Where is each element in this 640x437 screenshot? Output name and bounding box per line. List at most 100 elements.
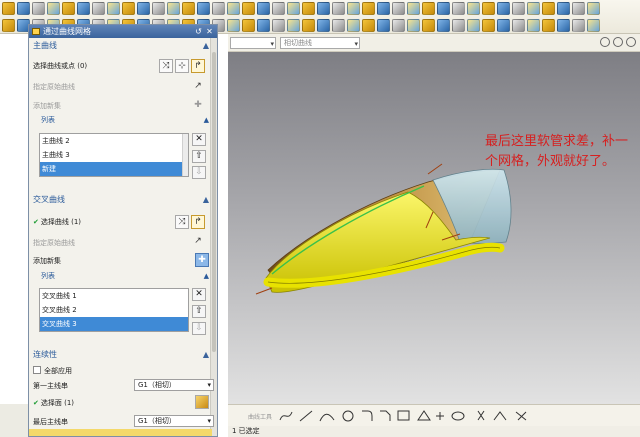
move-up-icon[interactable]: ⇧ xyxy=(192,305,206,318)
chevron-up-icon[interactable]: ▲ xyxy=(203,39,209,53)
list-item[interactable]: 主曲线 3 xyxy=(40,148,188,162)
cross-curve-list[interactable]: 交叉曲线 1 交叉曲线 2 交叉曲线 3 xyxy=(39,288,189,332)
tool-icon[interactable] xyxy=(272,19,285,32)
last-primary-select[interactable]: G1（相切） ▾ xyxy=(134,415,214,427)
dialog-title-bar[interactable]: 通过曲线网格 ↺ ✕ xyxy=(29,25,217,38)
tool-icon[interactable] xyxy=(272,2,285,15)
tool-icon[interactable] xyxy=(197,2,210,15)
curve-select-icon[interactable]: ↱ xyxy=(191,59,205,73)
tool-icon[interactable] xyxy=(512,19,525,32)
line-icon[interactable] xyxy=(299,410,313,422)
remove-icon[interactable]: ✕ xyxy=(192,288,206,301)
tool-icon[interactable] xyxy=(182,2,195,15)
tool-icon[interactable] xyxy=(317,2,330,15)
tool-icon[interactable] xyxy=(407,19,420,32)
tool-icon[interactable] xyxy=(302,19,315,32)
cross-curves-header[interactable]: 交叉曲线 ▲ xyxy=(29,193,212,207)
dialog-scrollbar[interactable] xyxy=(210,38,217,436)
next-row-highlight[interactable] xyxy=(29,429,212,436)
tool-icon[interactable] xyxy=(497,19,510,32)
tool-icon[interactable] xyxy=(392,2,405,15)
list-item[interactable]: 交叉曲线 1 xyxy=(40,289,188,303)
tool-icon[interactable] xyxy=(152,2,165,15)
origin-curve-icon[interactable]: ↗ xyxy=(191,80,205,94)
tool-icon[interactable] xyxy=(107,2,120,15)
tool-icon[interactable] xyxy=(47,2,60,15)
move-down-icon[interactable]: ⇩ xyxy=(192,166,206,179)
snap-point-icon[interactable] xyxy=(600,37,610,47)
chevron-up-icon[interactable]: ▲ xyxy=(204,115,209,126)
move-up-icon[interactable]: ⇧ xyxy=(192,150,206,163)
add-set-icon[interactable]: ✚ xyxy=(195,253,209,267)
tool-icon[interactable] xyxy=(257,19,270,32)
tool-icon[interactable] xyxy=(557,19,570,32)
tool-icon[interactable] xyxy=(17,2,30,15)
chevron-up-icon[interactable]: ▲ xyxy=(203,193,209,207)
face-select-icon[interactable] xyxy=(195,395,209,409)
tool-icon[interactable] xyxy=(512,2,525,15)
tool-icon[interactable] xyxy=(542,19,555,32)
tool-icon[interactable] xyxy=(122,2,135,15)
primary-add-set-row[interactable]: 添加新集 xyxy=(33,100,61,112)
reverse-direction-icon[interactable]: ⤨ xyxy=(175,215,189,229)
tool-icon[interactable] xyxy=(362,2,375,15)
first-primary-select[interactable]: G1（相切） ▾ xyxy=(134,379,214,391)
remove-icon[interactable]: ✕ xyxy=(192,133,206,146)
tool-icon[interactable] xyxy=(407,2,420,15)
point-dialog-icon[interactable]: ⊹ xyxy=(175,59,189,73)
fillet-icon[interactable] xyxy=(362,410,373,421)
primary-curve-list[interactable]: 主曲线 2 主曲线 3 新建 xyxy=(39,133,189,177)
spline-icon[interactable] xyxy=(279,411,293,421)
continuity-header[interactable]: 连续性 ▲ xyxy=(29,348,212,362)
reverse-direction-icon[interactable]: ⤨ xyxy=(159,59,173,73)
tool-icon[interactable] xyxy=(332,2,345,15)
tool-icon[interactable] xyxy=(167,2,180,15)
tool-icon[interactable] xyxy=(377,19,390,32)
tool-icon[interactable] xyxy=(287,19,300,32)
tool-icon[interactable] xyxy=(467,19,480,32)
tool-icon[interactable] xyxy=(347,2,360,15)
close-icon[interactable]: ✕ xyxy=(205,27,214,36)
list-item[interactable]: 主曲线 2 xyxy=(40,134,188,148)
tool-icon[interactable] xyxy=(452,19,465,32)
tool-icon[interactable] xyxy=(362,19,375,32)
tool-icon[interactable] xyxy=(212,2,225,15)
curve-rule-combo[interactable]: 相切曲线 ▾ xyxy=(280,37,360,49)
ellipse-icon[interactable] xyxy=(451,411,465,421)
tool-icon[interactable] xyxy=(317,19,330,32)
apply-all-checkbox[interactable] xyxy=(33,366,41,374)
tool-icon[interactable] xyxy=(227,19,240,32)
polygon-icon[interactable] xyxy=(417,410,431,421)
tool-icon[interactable] xyxy=(2,2,15,15)
filter-combo[interactable]: ▾ xyxy=(230,37,276,49)
snap-center-icon[interactable] xyxy=(613,37,623,47)
tool-icon[interactable] xyxy=(332,19,345,32)
tool-icon[interactable] xyxy=(302,2,315,15)
cross-list-header[interactable]: 列表 ▲ xyxy=(39,271,211,282)
tool-icon[interactable] xyxy=(482,19,495,32)
tool-icon[interactable] xyxy=(392,19,405,32)
tool-icon[interactable] xyxy=(422,2,435,15)
cross-add-set-row[interactable]: 添加新集 xyxy=(33,255,61,267)
arc-icon[interactable] xyxy=(319,413,335,422)
tool-icon[interactable] xyxy=(137,2,150,15)
list-item[interactable]: 交叉曲线 2 xyxy=(40,303,188,317)
tool-icon[interactable] xyxy=(527,19,540,32)
curve-select-icon[interactable]: ↱ xyxy=(191,215,205,229)
tool-icon[interactable] xyxy=(572,19,585,32)
trim-icon[interactable] xyxy=(477,410,485,421)
chevron-up-icon[interactable]: ▲ xyxy=(204,271,209,282)
add-set-icon[interactable]: ✚ xyxy=(191,99,205,113)
tool-icon[interactable] xyxy=(77,2,90,15)
tool-icon[interactable] xyxy=(437,19,450,32)
tool-icon[interactable] xyxy=(347,19,360,32)
primary-select-row[interactable]: 选择曲线或点 (0) xyxy=(33,60,87,72)
tool-icon[interactable] xyxy=(527,2,540,15)
reset-icon[interactable]: ↺ xyxy=(194,27,203,36)
tool-icon[interactable] xyxy=(242,19,255,32)
circle-icon[interactable] xyxy=(342,410,354,422)
tool-icon[interactable] xyxy=(32,2,45,15)
tool-icon[interactable] xyxy=(467,2,480,15)
tool-icon[interactable] xyxy=(497,2,510,15)
chamfer-icon[interactable] xyxy=(380,410,391,421)
